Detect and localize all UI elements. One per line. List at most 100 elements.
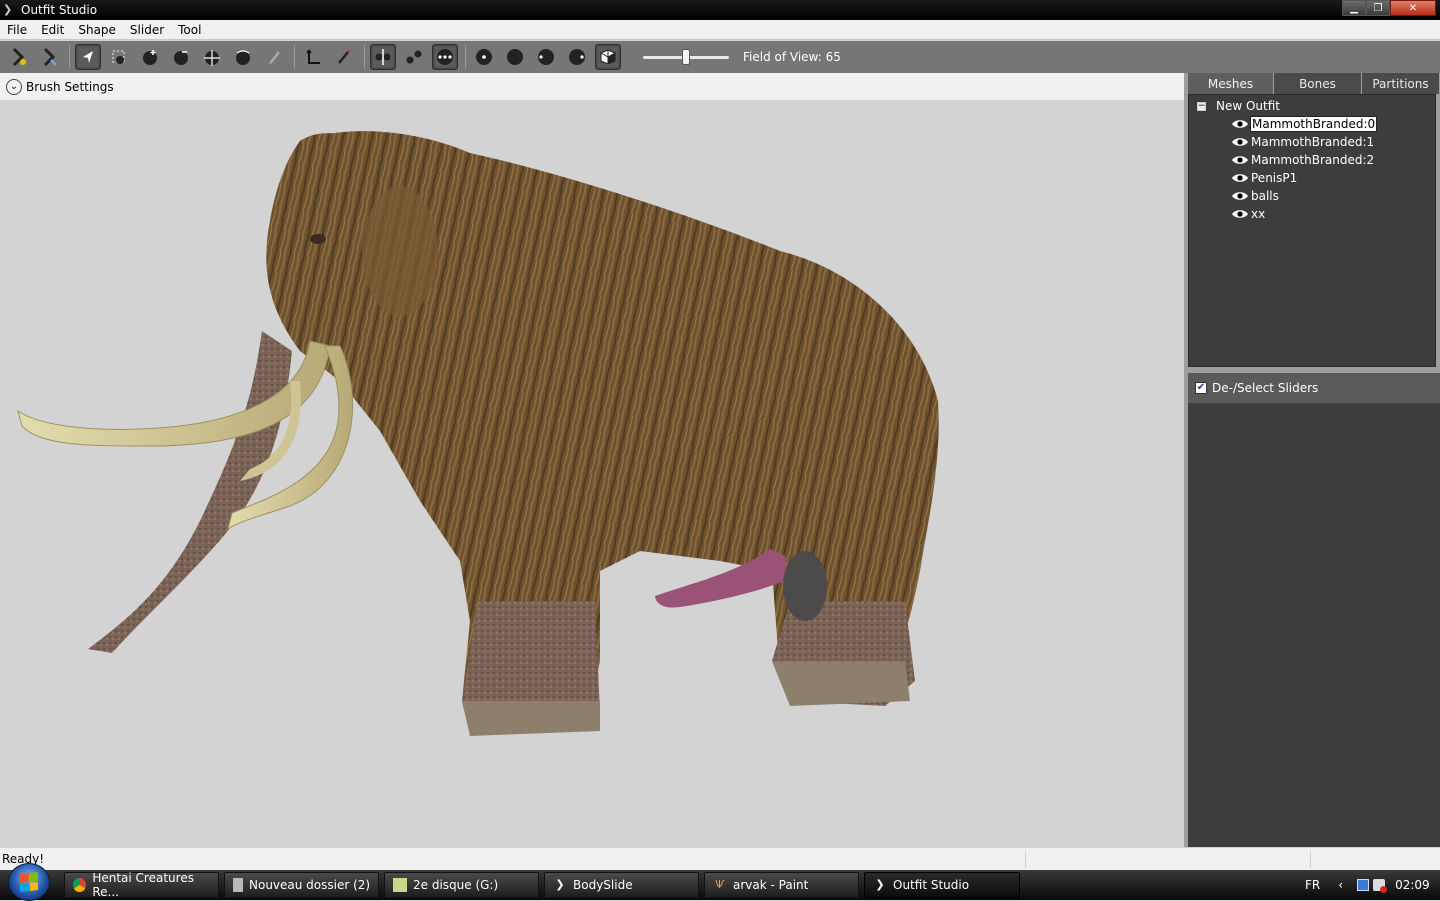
toolbar-separator <box>294 45 295 69</box>
start-button[interactable] <box>8 863 50 901</box>
inflate-brush-icon <box>143 50 157 65</box>
fov-label: Field of View: 65 <box>743 50 841 64</box>
transform-button[interactable] <box>300 44 326 70</box>
mesh-item[interactable]: MammothBranded:2 <box>1231 151 1375 169</box>
eye <box>310 234 326 244</box>
fov-slider-thumb[interactable] <box>682 49 690 65</box>
global-brush-button[interactable] <box>432 44 458 70</box>
global-brush-icon <box>437 49 453 65</box>
volume-icon[interactable] <box>1373 879 1388 893</box>
pivot-button[interactable] <box>331 44 357 70</box>
tree-root-label: New Outfit <box>1216 99 1281 113</box>
fov-slider[interactable] <box>643 47 729 67</box>
task-drive[interactable]: 2e disque (G:) <box>384 872 539 898</box>
network-icon[interactable] <box>1357 879 1370 891</box>
taskbar: Hentai Creatures Re... Nouveau dossier (… <box>0 863 1440 901</box>
show-wireframe-icon <box>476 49 492 65</box>
task-label: BodySlide <box>573 878 633 892</box>
mesh-item[interactable]: MammothBranded:1 <box>1231 133 1375 151</box>
status-bar: Ready! <box>0 847 1440 870</box>
chevron-down-icon[interactable]: ⌄ <box>6 78 22 95</box>
mask-brush-button[interactable] <box>106 44 132 70</box>
menu-shape[interactable]: Shape <box>71 20 123 40</box>
toolbar-separator <box>364 45 365 69</box>
language-indicator[interactable]: FR <box>1305 878 1320 892</box>
tab-meshes[interactable]: Meshes <box>1188 73 1274 94</box>
task-label: 2e disque (G:) <box>413 878 499 892</box>
task-paint[interactable]: Ѱ arvak - Paint <box>704 872 859 898</box>
right-panel: Meshes Bones Partitions − New Outfit Mam… <box>1184 73 1440 847</box>
brush-settings-bar[interactable]: ⌄ Brush Settings <box>0 73 1184 101</box>
load-reference-button[interactable] <box>36 44 62 70</box>
mesh-item[interactable]: xx <box>1231 205 1266 223</box>
show-texture-button[interactable] <box>533 44 559 70</box>
close-button[interactable]: ✕ <box>1390 0 1436 16</box>
deflate-brush-icon <box>174 51 188 65</box>
chrome-icon <box>73 878 87 892</box>
select-brush-icon <box>83 51 93 63</box>
tab-partitions[interactable]: Partitions <box>1362 73 1440 94</box>
collapse-icon[interactable]: − <box>1197 101 1206 111</box>
toolbar-separator <box>69 45 70 69</box>
mesh-item[interactable]: PenisP1 <box>1231 169 1298 187</box>
show-wireframe-button[interactable] <box>471 44 497 70</box>
chevron-left-icon[interactable]: ‹ <box>1338 878 1343 892</box>
window-title: Outfit Studio <box>21 3 98 17</box>
3d-viewport[interactable] <box>0 101 1184 847</box>
panel-tabs: Meshes Bones Partitions <box>1188 73 1440 94</box>
eye-icon[interactable] <box>1231 154 1249 166</box>
task-chrome[interactable]: Hentai Creatures Re... <box>64 871 219 899</box>
smooth-brush-icon <box>236 50 250 65</box>
connected-only-icon <box>406 50 422 64</box>
drive-icon <box>393 878 407 892</box>
maximize-button[interactable]: ❐ <box>1366 0 1390 16</box>
select-sliders-checkbox[interactable]: ✔ <box>1195 382 1207 394</box>
smooth-brush-button[interactable] <box>230 44 256 70</box>
task-bodyslide[interactable]: ❯ BodySlide <box>544 872 699 898</box>
mesh-label: MammothBranded:2 <box>1251 153 1375 167</box>
mesh-label: MammothBranded:1 <box>1251 135 1375 149</box>
x-mirror-button[interactable] <box>370 44 396 70</box>
menu-file[interactable]: File <box>0 20 34 40</box>
eye-icon[interactable] <box>1231 208 1249 220</box>
status-separator <box>1310 851 1311 868</box>
connected-only-button[interactable] <box>401 44 427 70</box>
menu-slider[interactable]: Slider <box>123 20 171 40</box>
show-lighting-button[interactable] <box>502 44 528 70</box>
task-outfit-studio[interactable]: ❯ Outfit Studio <box>864 872 1020 898</box>
menu-edit[interactable]: Edit <box>34 20 71 40</box>
select-sliders-label: De-/Select Sliders <box>1212 381 1319 395</box>
tab-bones[interactable]: Bones <box>1274 73 1362 94</box>
show-mesh-button[interactable] <box>595 44 621 70</box>
weight-brush-button[interactable] <box>261 44 287 70</box>
show-lighting-icon <box>507 49 523 65</box>
transform-icon <box>306 49 320 64</box>
inflate-brush-button[interactable] <box>137 44 163 70</box>
clock[interactable]: 02:09 <box>1395 878 1430 892</box>
eye-icon[interactable] <box>1231 172 1249 184</box>
eye-icon[interactable] <box>1231 118 1249 130</box>
brush-settings-label: Brush Settings <box>26 79 114 94</box>
move-brush-icon <box>204 50 220 66</box>
deflate-brush-button[interactable] <box>168 44 194 70</box>
slider-header: ✔ De-/Select Sliders <box>1188 373 1440 403</box>
mesh-item[interactable]: balls <box>1231 187 1280 205</box>
eye-icon[interactable] <box>1231 190 1249 202</box>
mammoth-model <box>17 131 939 736</box>
tree-root[interactable]: − New Outfit <box>1197 97 1280 115</box>
mesh-item[interactable]: MammothBranded:0 <box>1231 115 1378 133</box>
slider-panel: ✔ De-/Select Sliders <box>1188 373 1440 847</box>
minimize-button[interactable]: ▁ <box>1342 0 1366 16</box>
move-brush-button[interactable] <box>199 44 225 70</box>
show-vertex-colors-button[interactable] <box>564 44 590 70</box>
select-brush-button[interactable] <box>75 44 101 70</box>
task-folder[interactable]: Nouveau dossier (2) <box>224 872 379 898</box>
eye-icon[interactable] <box>1231 136 1249 148</box>
menu-tool[interactable]: Tool <box>171 20 208 40</box>
windows-logo-icon <box>20 872 38 892</box>
task-label: Hentai Creatures Re... <box>92 871 194 899</box>
load-outfit-button[interactable] <box>5 44 31 70</box>
load-outfit-icon <box>12 47 26 67</box>
ear <box>362 186 438 316</box>
app-icon: ❯ <box>3 3 13 16</box>
